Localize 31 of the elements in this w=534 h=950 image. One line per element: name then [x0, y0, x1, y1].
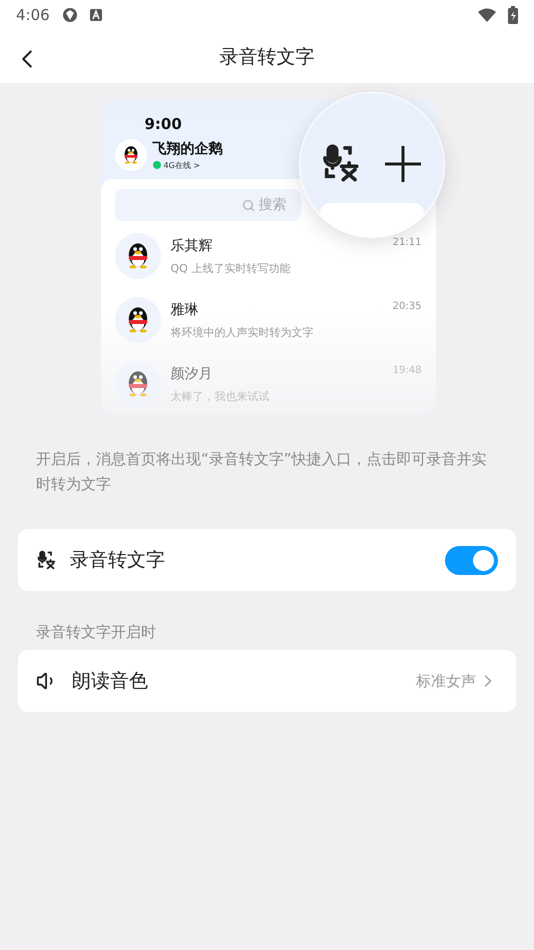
plus-icon — [384, 145, 422, 183]
section-title: 录音转文字开启时 — [36, 623, 157, 642]
message-time: 19:48 — [392, 365, 422, 378]
keyboard-notification-icon — [90, 9, 102, 21]
page-title: 录音转文字 — [220, 44, 314, 70]
penguin-avatar-icon — [114, 297, 160, 343]
penguin-avatar-icon — [114, 139, 146, 171]
message-preview: QQ 上线了实时转写功能 — [170, 261, 292, 276]
voice-select[interactable]: 标准女声 — [416, 671, 498, 691]
contact-name: 乐其辉 — [170, 237, 212, 255]
battery-charging-icon — [508, 6, 518, 24]
message-preview: 将环境中的人声实时转为文字 — [170, 325, 314, 340]
setting-label: 朗读音色 — [72, 669, 149, 694]
message-preview: 太棒了，我也来试试 — [170, 389, 270, 404]
toggle-switch[interactable] — [445, 546, 498, 574]
preview-time: 9:00 — [144, 115, 182, 133]
message-time: 20:35 — [392, 301, 422, 314]
contact-name: 雅琳 — [170, 301, 198, 319]
profile-name: 飞翔的企鹅 — [152, 140, 222, 158]
feature-description: 开启后，消息首页将出现“录音转文字”快捷入口，点击即可录音并实时转为文字 — [36, 449, 488, 495]
search-icon — [242, 198, 254, 212]
contact-name: 颜汐月 — [170, 365, 212, 383]
online-status: 4G在线 > — [164, 160, 200, 170]
message-time: 21:11 — [392, 237, 422, 250]
setting-label: 录音转文字 — [70, 548, 166, 573]
app-notification-icon — [62, 7, 78, 23]
status-time: 4:06 — [16, 6, 50, 24]
online-dot-icon — [152, 161, 160, 169]
penguin-avatar-icon — [114, 233, 160, 279]
voice-to-text-icon — [36, 550, 56, 570]
wifi-icon — [478, 8, 496, 22]
